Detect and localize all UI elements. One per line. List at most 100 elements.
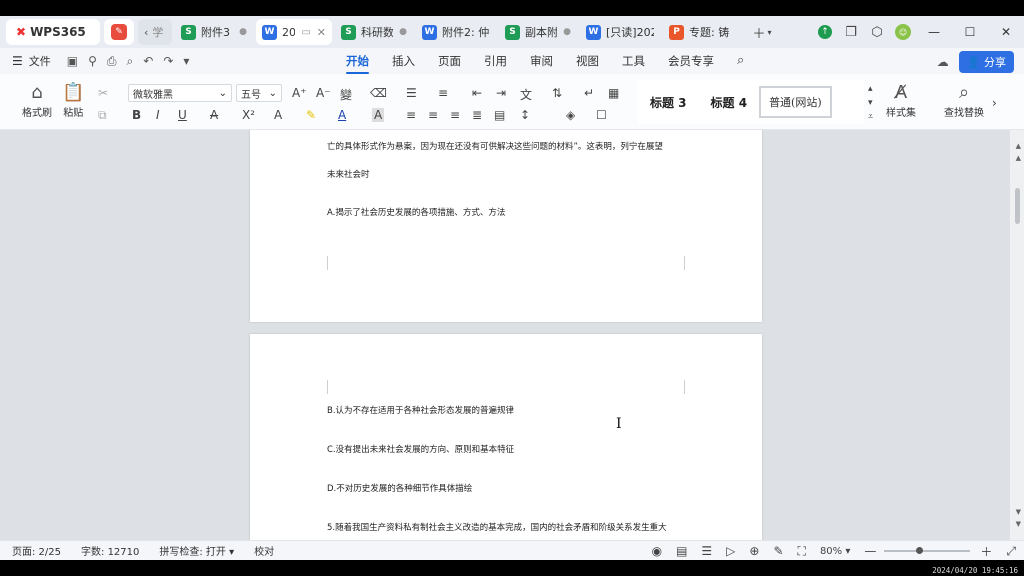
document-canvas[interactable]: 亡的具体形式作为悬案，因为现在还没有可供解决这些问题的材料”。这表明，列宁在展望…	[0, 130, 1024, 540]
zoom-slider-knob[interactable]	[915, 547, 923, 554]
wps-home-tab[interactable]: ✖ WPS365	[6, 19, 100, 45]
answer-option-c[interactable]: C.没有提出未来社会发展的方向、原则和基本特征	[327, 443, 514, 455]
answer-option-a[interactable]: A.揭示了社会历史发展的各项措施、方式、方法	[327, 206, 505, 218]
tab-membership[interactable]: 会员专享	[668, 53, 714, 69]
clear-format-icon[interactable]: ⌫	[370, 86, 387, 100]
tab-scroll-back-button[interactable]: ‹ 学	[138, 19, 172, 45]
word-count[interactable]: 字数: 12710	[81, 543, 139, 558]
restore-layout-button[interactable]: ❐	[838, 19, 864, 45]
answer-option-d[interactable]: D.不对历史发展的各种细节作具体描绘	[327, 482, 472, 494]
tab-tools[interactable]: 工具	[622, 53, 645, 69]
zoom-out-button[interactable]: —	[864, 544, 876, 558]
style-heading-4[interactable]: 标题 4	[699, 94, 760, 111]
justify-icon[interactable]: ≣	[472, 108, 482, 122]
spell-check-toggle[interactable]: 拼写检查: 打开 ▾	[159, 543, 234, 558]
print-preview-icon[interactable]: ⌕	[127, 54, 144, 68]
underline-icon[interactable]: U	[178, 108, 187, 122]
close-window-button[interactable]: ✕	[988, 25, 1024, 39]
zoom-in-button[interactable]: ＋	[980, 543, 992, 560]
proofread-button[interactable]: 校对	[254, 543, 274, 558]
fit-page-icon[interactable]: ⛶	[798, 544, 806, 559]
minimize-button[interactable]: —	[916, 25, 952, 39]
find-replace-button[interactable]: ⌕ 查找替换	[944, 82, 984, 119]
vertical-scrollbar[interactable]: ▲ ▲ ▼ ▼	[1010, 130, 1024, 540]
doc-tab-1[interactable]: S 附件3 ●	[175, 19, 253, 45]
upload-button[interactable]: ↑	[812, 19, 838, 45]
font-size-select[interactable]: 五号 ⌄	[236, 84, 282, 102]
doc-tab-5[interactable]: S 副本附 ●	[499, 19, 577, 45]
bullet-list-icon[interactable]: ☰	[406, 86, 417, 100]
style-heading-3[interactable]: 标题 3	[638, 94, 699, 111]
tab-insert[interactable]: 插入	[392, 53, 415, 69]
tab-references[interactable]: 引用	[484, 53, 507, 69]
new-tab-button[interactable]: ＋ ▾	[745, 19, 779, 45]
tab-page[interactable]: 页面	[438, 53, 461, 69]
scroll-down-icon[interactable]: ▼	[1016, 520, 1021, 528]
grow-font-icon[interactable]: A⁺	[292, 86, 307, 100]
fullscreen-icon[interactable]: ⤢	[1006, 544, 1016, 559]
italic-icon[interactable]: I	[156, 108, 160, 122]
answer-option-b[interactable]: B.认为不存在适用于各种社会形态发展的普遍规律	[327, 404, 514, 416]
chinese-layout-icon[interactable]: 文	[520, 86, 532, 103]
print-icon[interactable]: ⎙	[107, 54, 127, 68]
package-button[interactable]: ⬡	[864, 19, 890, 45]
align-center-icon[interactable]: ≡	[428, 108, 438, 122]
gallery-expand-icon[interactable]: ⩡	[868, 112, 873, 122]
doc-tab-4[interactable]: W 附件2: 仲	[416, 19, 496, 45]
page-view-icon[interactable]: ▤	[676, 544, 687, 558]
pen-icon[interactable]: ✎	[773, 544, 783, 558]
eye-protection-icon[interactable]: ◉	[652, 544, 662, 558]
format-painter-button[interactable]: ⌂ 格式刷	[22, 82, 52, 119]
cut-icon[interactable]: ✂	[98, 86, 108, 100]
character-shading-icon[interactable]: A	[372, 108, 385, 122]
shading-icon[interactable]: ◈	[566, 108, 575, 122]
decrease-indent-icon[interactable]: ⇤	[472, 86, 482, 100]
document-page-1[interactable]: 亡的具体形式作为悬案，因为现在还没有可供解决这些问题的材料”。这表明，列宁在展望…	[250, 130, 762, 322]
tab-home[interactable]: 开始	[346, 53, 369, 74]
scroll-down-icon[interactable]: ▼	[1016, 508, 1021, 516]
doc-tab-2-active[interactable]: W 20 ▭ ✕	[256, 19, 332, 45]
font-color-icon[interactable]: A	[338, 108, 346, 122]
gallery-scroll-down-icon[interactable]: ▾	[868, 98, 873, 108]
scroll-up-icon[interactable]: ▲	[1016, 154, 1021, 162]
distributed-icon[interactable]: ▤	[494, 108, 505, 122]
phonetic-guide-icon[interactable]: 變	[340, 86, 352, 103]
increase-indent-icon[interactable]: ⇥	[496, 86, 506, 100]
play-icon[interactable]: ▷	[726, 544, 735, 558]
numbered-list-icon[interactable]: ≡	[438, 86, 448, 100]
chevron-down-icon[interactable]: ▾	[183, 54, 199, 68]
sort-icon[interactable]: ⇅	[552, 86, 562, 100]
superscript-icon[interactable]: X²	[242, 108, 255, 122]
zoom-level[interactable]: 80% ▾	[820, 546, 850, 557]
undo-icon[interactable]: ↶	[143, 54, 163, 68]
style-normal-web[interactable]: 普通(网站)	[759, 86, 832, 118]
align-right-icon[interactable]: ≡	[450, 108, 460, 122]
question-5-line[interactable]: 5.随着我国生产资料私有制社会主义改造的基本完成，国内的社会矛盾和阶级关系发生重…	[327, 521, 667, 533]
align-left-icon[interactable]: ≡	[406, 108, 416, 122]
paste-button[interactable]: 📋 粘贴	[62, 82, 84, 119]
scroll-up-icon[interactable]: ▲	[1016, 142, 1021, 150]
bold-icon[interactable]: B	[132, 108, 141, 122]
redo-icon[interactable]: ↷	[163, 54, 183, 68]
close-tab-icon[interactable]: ✕	[317, 26, 326, 39]
text-effect-icon[interactable]: A	[274, 108, 282, 122]
cloud-sync-icon[interactable]: ☁	[937, 55, 949, 69]
document-page-2[interactable]: B.认为不存在适用于各种社会形态发展的普遍规律 C.没有提出未来社会发展的方向、…	[250, 334, 762, 540]
gallery-scroll-up-icon[interactable]: ▴	[868, 84, 873, 94]
shrink-font-icon[interactable]: A⁻	[316, 86, 331, 100]
doc-tab-7[interactable]: P 专题: 铸	[663, 19, 741, 45]
show-marks-icon[interactable]: ↵	[584, 86, 594, 100]
copy-icon[interactable]: ⧉	[98, 108, 107, 123]
maximize-button[interactable]: ☐	[952, 25, 988, 39]
pdf-tab[interactable]: ✎	[104, 19, 134, 45]
strikethrough-icon[interactable]: A	[210, 108, 218, 122]
account-button[interactable]: ☺	[890, 19, 916, 45]
line-spacing-icon[interactable]: ↕	[520, 108, 530, 122]
paragraph-line[interactable]: 未来社会时	[327, 168, 370, 180]
doc-tab-6[interactable]: W [只读]202	[580, 19, 660, 45]
zoom-slider[interactable]	[884, 547, 971, 554]
scrollbar-thumb[interactable]	[1015, 188, 1020, 224]
save-icon[interactable]: ▣	[67, 54, 88, 68]
table-grid-icon[interactable]: ▦	[608, 86, 619, 100]
cloud-save-icon[interactable]: ⚲	[88, 54, 107, 68]
